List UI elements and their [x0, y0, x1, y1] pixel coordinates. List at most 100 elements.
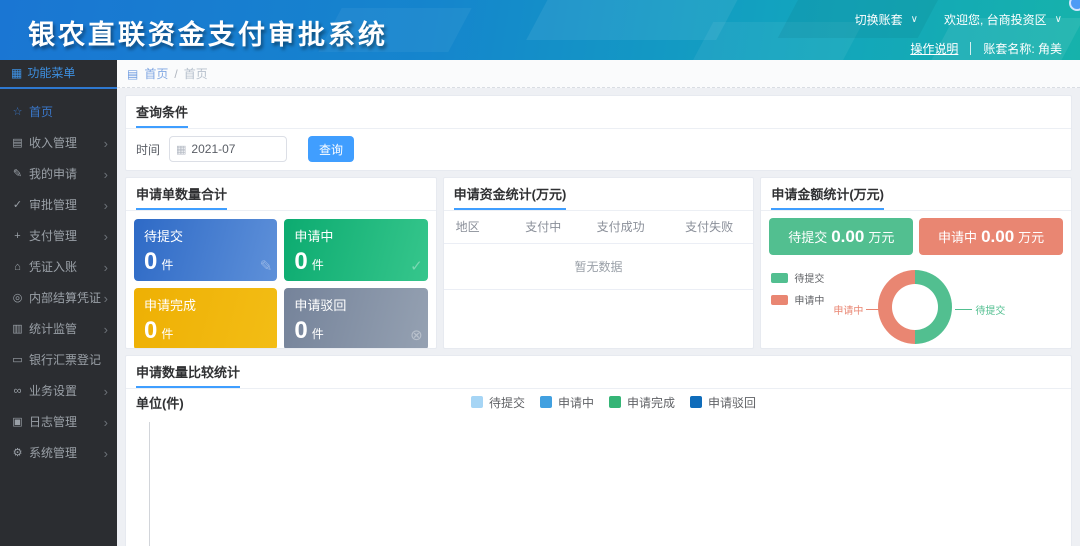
- chevron-right-icon: ›: [104, 407, 108, 438]
- date-picker[interactable]: ▦: [169, 136, 287, 162]
- y-axis: [149, 422, 150, 546]
- list-check-icon: ≡✓: [386, 243, 420, 277]
- star-icon: ☆: [11, 97, 24, 128]
- sidebar-item-income[interactable]: ▤ 收入管理 ›: [0, 128, 117, 159]
- chevron-down-icon: ∨: [911, 14, 918, 25]
- legend-item-completed[interactable]: 申请完成: [609, 394, 675, 411]
- sidebar-item-payment[interactable]: + 支付管理 ›: [0, 221, 117, 252]
- sidebar-item-home[interactable]: ☆ 首页: [0, 97, 117, 128]
- legend-item: 待提交: [771, 270, 824, 285]
- bar-chart-icon: ▥: [11, 314, 24, 345]
- legend-swatch: [771, 273, 788, 283]
- welcome-label: 欢迎您, 台商投资区: [944, 11, 1047, 28]
- sidebar: ▦ 功能菜单 ☆ 首页 ▤ 收入管理 › ✎ 我的申请 › ✓ 审批管理 › +…: [0, 60, 117, 546]
- search-button[interactable]: 查询: [308, 136, 354, 162]
- bar-chart-legend: 待提交 申请中 申请完成 申请驳回: [471, 394, 756, 411]
- document-icon: ▤: [127, 67, 138, 81]
- sidebar-item-approval[interactable]: ✓ 审批管理 ›: [0, 190, 117, 221]
- vertical-divider: [970, 42, 971, 55]
- chevron-right-icon: ›: [104, 128, 108, 159]
- breadcrumb: ▤ 首页 / 首页: [117, 60, 1080, 88]
- legend-item: 申请中: [771, 292, 824, 307]
- query-panel: 查询条件 时间 ▦ 查询: [125, 95, 1072, 171]
- donut-label-left: 申请中: [833, 302, 883, 317]
- notification-dot[interactable]: [1069, 0, 1080, 11]
- document-icon: ▤: [11, 128, 24, 159]
- pencil-icon: ✎: [11, 159, 24, 190]
- badge-in-progress-amount[interactable]: 申请中 0.00 万元: [919, 218, 1063, 255]
- chart-unit-label: 单位(件): [136, 393, 184, 412]
- chevron-right-icon: ›: [104, 314, 108, 345]
- sidebar-item-my-applications[interactable]: ✎ 我的申请 ›: [0, 159, 117, 190]
- help-link[interactable]: 操作说明: [910, 40, 958, 57]
- donut-chart[interactable]: [878, 270, 952, 344]
- query-panel-title: 查询条件: [136, 102, 188, 128]
- sidebar-item-statistics[interactable]: ▥ 统计监管 ›: [0, 314, 117, 345]
- empty-state-text: 暂无数据: [444, 243, 754, 289]
- app-title: 银农直联资金支付审批系统: [28, 13, 388, 52]
- doc-icon: ▤: [235, 312, 269, 346]
- breadcrumb-home[interactable]: 首页: [144, 65, 168, 82]
- badge-pending-submit-amount[interactable]: 待提交 0.00 万元: [769, 218, 913, 255]
- sidebar-item-voucher-entry[interactable]: ⌂ 凭证入账 ›: [0, 252, 117, 283]
- card-completed[interactable]: 申请完成 0件 ▤: [134, 288, 277, 349]
- chevron-right-icon: ›: [104, 283, 108, 314]
- chevron-right-icon: ›: [104, 221, 108, 252]
- card-rejected[interactable]: 申请驳回 0件 ▤⊗: [284, 288, 427, 349]
- compare-panel-title: 申请数量比较统计: [136, 362, 240, 388]
- main-content: ▤ 首页 / 首页 查询条件 时间 ▦ 查询 申请单数量合: [117, 60, 1080, 546]
- donut-label-right: 待提交: [955, 302, 1005, 317]
- legend-swatch: [471, 396, 483, 408]
- chevron-down-icon: ∨: [1055, 14, 1062, 25]
- sidebar-item-system[interactable]: ⚙ 系统管理 ›: [0, 438, 117, 469]
- calendar-icon: ▦: [176, 143, 186, 156]
- date-input[interactable]: [191, 142, 271, 156]
- gear-icon: ⚙: [11, 438, 24, 469]
- column-header-region: 地区: [444, 211, 510, 243]
- sidebar-item-log[interactable]: ▣ 日志管理 ›: [0, 407, 117, 438]
- switch-account-dropdown[interactable]: 切换账套 ∨: [855, 11, 918, 28]
- count-panel: 申请单数量合计 待提交 0件 ▤✎ 申请中 0件 ≡✓: [125, 177, 437, 349]
- log-icon: ▣: [11, 407, 24, 438]
- card-pending-submit[interactable]: 待提交 0件 ▤✎: [134, 219, 277, 281]
- settlement-icon: ◎: [11, 283, 24, 314]
- bar-chart-plot-area: [136, 419, 1061, 546]
- sidebar-menu-header: ▦ 功能菜单: [0, 60, 117, 89]
- legend-swatch: [690, 396, 702, 408]
- legend-swatch: [540, 396, 552, 408]
- menu-header-label: 功能菜单: [27, 59, 75, 88]
- column-header-failed: 支付失败: [665, 211, 753, 243]
- count-panel-title: 申请单数量合计: [136, 184, 227, 210]
- column-header-paying: 支付中: [510, 211, 576, 243]
- plus-icon: +: [11, 221, 24, 252]
- donut-legend: 待提交 申请中: [771, 270, 824, 314]
- sidebar-item-bank-draft[interactable]: ▭ 银行汇票登记: [0, 345, 117, 376]
- briefcase-icon: ⌂: [11, 252, 24, 283]
- chevron-right-icon: ›: [104, 376, 108, 407]
- column-header-success: 支付成功: [576, 211, 664, 243]
- legend-item-rejected[interactable]: 申请驳回: [690, 394, 756, 411]
- link-icon: ∞: [11, 376, 24, 407]
- card-icon: ▭: [11, 345, 24, 376]
- time-label: 时间: [136, 141, 160, 158]
- chevron-right-icon: ›: [104, 159, 108, 190]
- amount-panel-title: 申请金额统计(万元): [771, 184, 884, 210]
- funds-table: 地区 支付中 支付成功 支付失败 暂无数据: [444, 211, 754, 290]
- card-in-progress[interactable]: 申请中 0件 ≡✓: [284, 219, 427, 281]
- grid-icon: ▦: [11, 59, 22, 88]
- chevron-right-icon: ›: [104, 190, 108, 221]
- chevron-right-icon: ›: [104, 438, 108, 469]
- sidebar-item-business-settings[interactable]: ∞ 业务设置 ›: [0, 376, 117, 407]
- sidebar-item-internal-settlement[interactable]: ◎ 内部结算凭证 ›: [0, 283, 117, 314]
- compare-panel: 申请数量比较统计 单位(件) 待提交 申请中 申请完成: [125, 355, 1072, 546]
- account-name-label: 账套名称: 角美: [983, 40, 1062, 57]
- sidebar-nav: ☆ 首页 ▤ 收入管理 › ✎ 我的申请 › ✓ 审批管理 › + 支付管理 ›…: [0, 97, 117, 469]
- welcome-user-dropdown[interactable]: 欢迎您, 台商投资区 ∨: [944, 11, 1062, 28]
- doc-edit-icon: ▤✎: [235, 243, 269, 277]
- legend-item-in-progress[interactable]: 申请中: [540, 394, 594, 411]
- funds-panel: 申请资金统计(万元) 地区 支付中 支付成功 支付失败 暂无数据: [443, 177, 755, 349]
- legend-item-pending[interactable]: 待提交: [471, 394, 525, 411]
- doc-reject-icon: ▤⊗: [386, 312, 420, 346]
- switch-account-label: 切换账套: [855, 11, 903, 28]
- legend-swatch: [609, 396, 621, 408]
